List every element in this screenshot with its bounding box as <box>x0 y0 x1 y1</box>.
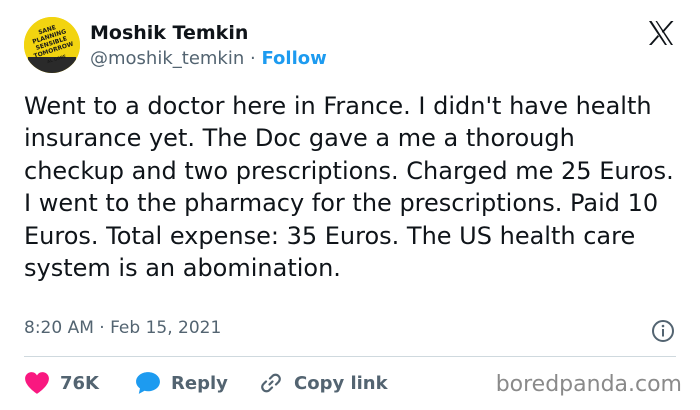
copy-link-label: Copy link <box>294 372 388 394</box>
watermark: boredpanda.com <box>495 372 682 397</box>
x-logo-icon[interactable] <box>646 18 676 48</box>
link-icon <box>261 373 281 393</box>
reply-label: Reply <box>171 372 228 394</box>
tweet-timestamp[interactable]: 8:20 AM · Feb 15, 2021 <box>24 318 221 338</box>
heart-icon <box>25 372 49 394</box>
like-button[interactable]: 76K <box>24 370 99 396</box>
speech-bubble-icon <box>136 372 160 394</box>
copy-link-button[interactable]: Copy link <box>258 370 388 396</box>
handle-separator: · <box>250 48 256 69</box>
avatar[interactable]: SANE PLANNING SENSIBLE TOMORROW AL GORE <box>24 17 80 73</box>
author-handle-row: @moshik_temkin · Follow <box>90 48 327 69</box>
reply-button[interactable]: Reply <box>135 370 228 396</box>
tweet-text: Went to a doctor here in France. I didn'… <box>24 92 674 283</box>
like-count: 76K <box>60 372 99 394</box>
info-icon[interactable] <box>651 319 675 343</box>
follow-button[interactable]: Follow <box>261 48 326 69</box>
author-handle[interactable]: @moshik_temkin <box>90 48 244 69</box>
author-name[interactable]: Moshik Temkin <box>90 22 248 44</box>
avatar-sign-image: SANE PLANNING SENSIBLE TOMORROW AL GORE <box>24 17 80 73</box>
divider <box>24 356 676 357</box>
